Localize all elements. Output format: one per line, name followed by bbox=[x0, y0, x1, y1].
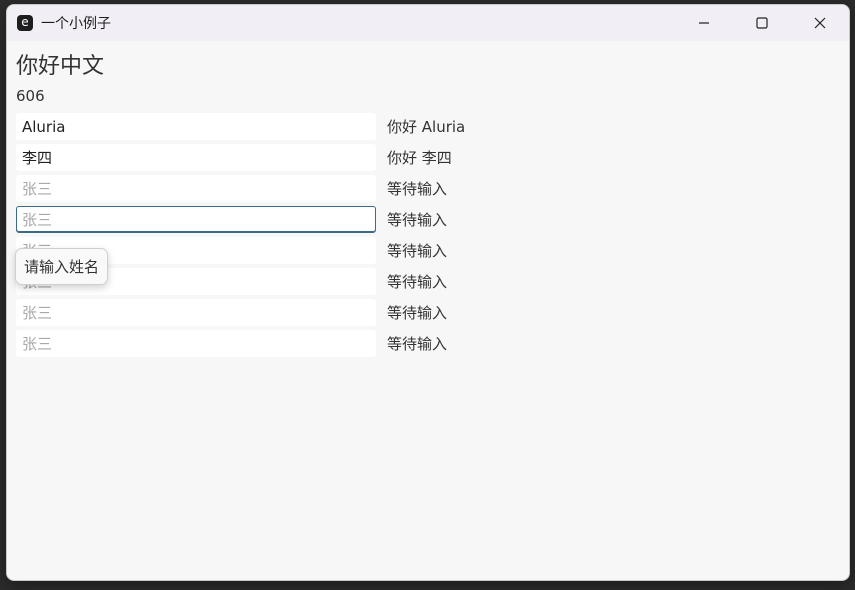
tooltip: 请输入姓名 bbox=[15, 248, 109, 285]
name-input[interactable] bbox=[16, 175, 376, 202]
greeting-label: 等待输入 bbox=[387, 304, 448, 322]
name-input[interactable] bbox=[16, 113, 376, 140]
maximize-button[interactable] bbox=[733, 5, 791, 41]
name-input[interactable] bbox=[16, 299, 376, 326]
counter-value: 606 bbox=[16, 87, 45, 105]
name-rows: 你好 Aluria 你好 李四 等待输入 等待输入 等待输入 等待输入 bbox=[16, 111, 849, 359]
title-bar[interactable]: e 一个小例子 bbox=[7, 5, 849, 41]
name-input-focused[interactable] bbox=[16, 206, 376, 233]
name-row: 等待输入 bbox=[16, 235, 849, 266]
minimize-button[interactable] bbox=[675, 5, 733, 41]
greeting-label: 等待输入 bbox=[387, 242, 448, 260]
name-row: 等待输入 bbox=[16, 328, 849, 359]
greeting-label: 等待输入 bbox=[387, 211, 448, 229]
window-controls bbox=[675, 5, 849, 41]
page-heading: 你好中文 bbox=[16, 54, 105, 79]
window-title: 一个小例子 bbox=[41, 16, 111, 32]
maximize-icon bbox=[756, 17, 768, 29]
name-row: 你好 李四 bbox=[16, 142, 849, 173]
main-content: 你好中文 606 你好 Aluria 你好 李四 等待输入 等待输入 等待输入 bbox=[7, 52, 849, 359]
app-window: e 一个小例子 你好中文 606 你好 Aluria 你好 李四 bbox=[6, 4, 850, 581]
name-row: 等待输入 bbox=[16, 204, 849, 235]
minimize-icon bbox=[699, 22, 709, 24]
close-icon bbox=[814, 17, 826, 29]
greeting-label: 等待输入 bbox=[387, 180, 448, 198]
app-logo-icon: e bbox=[17, 15, 33, 31]
greeting-label: 等待输入 bbox=[387, 273, 448, 291]
name-row: 等待输入 bbox=[16, 266, 849, 297]
greeting-label: 等待输入 bbox=[387, 335, 448, 353]
close-button[interactable] bbox=[791, 5, 849, 41]
name-input[interactable] bbox=[16, 330, 376, 357]
greeting-label: 你好 李四 bbox=[387, 149, 452, 167]
name-input[interactable] bbox=[16, 144, 376, 171]
greeting-label: 你好 Aluria bbox=[387, 118, 466, 136]
name-row: 等待输入 bbox=[16, 297, 849, 328]
name-row: 等待输入 bbox=[16, 173, 849, 204]
name-row: 你好 Aluria bbox=[16, 111, 849, 142]
